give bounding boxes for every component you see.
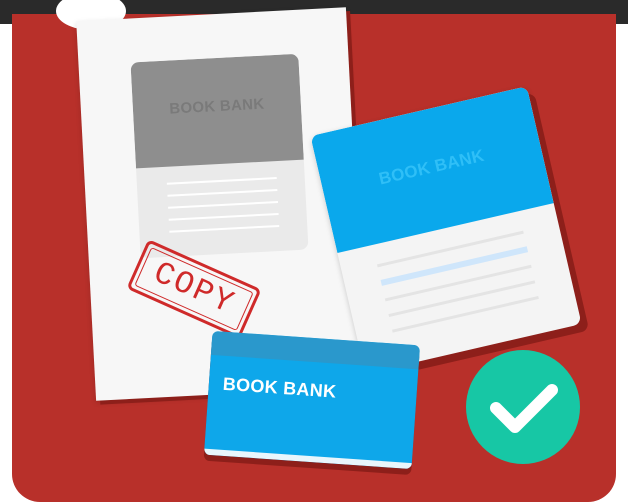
illustration: BOOK BANK COPY BOOK BANK BOOK BANK — [0, 0, 628, 503]
copied-book-lines — [166, 177, 280, 243]
book-bank-passbook: BOOK BANK — [203, 330, 421, 470]
passbook-title: BOOK BANK — [222, 373, 338, 402]
copied-book-bank: BOOK BANK — [130, 53, 309, 259]
checkmark-icon — [466, 350, 580, 464]
book-bank-document-lines — [376, 230, 542, 346]
